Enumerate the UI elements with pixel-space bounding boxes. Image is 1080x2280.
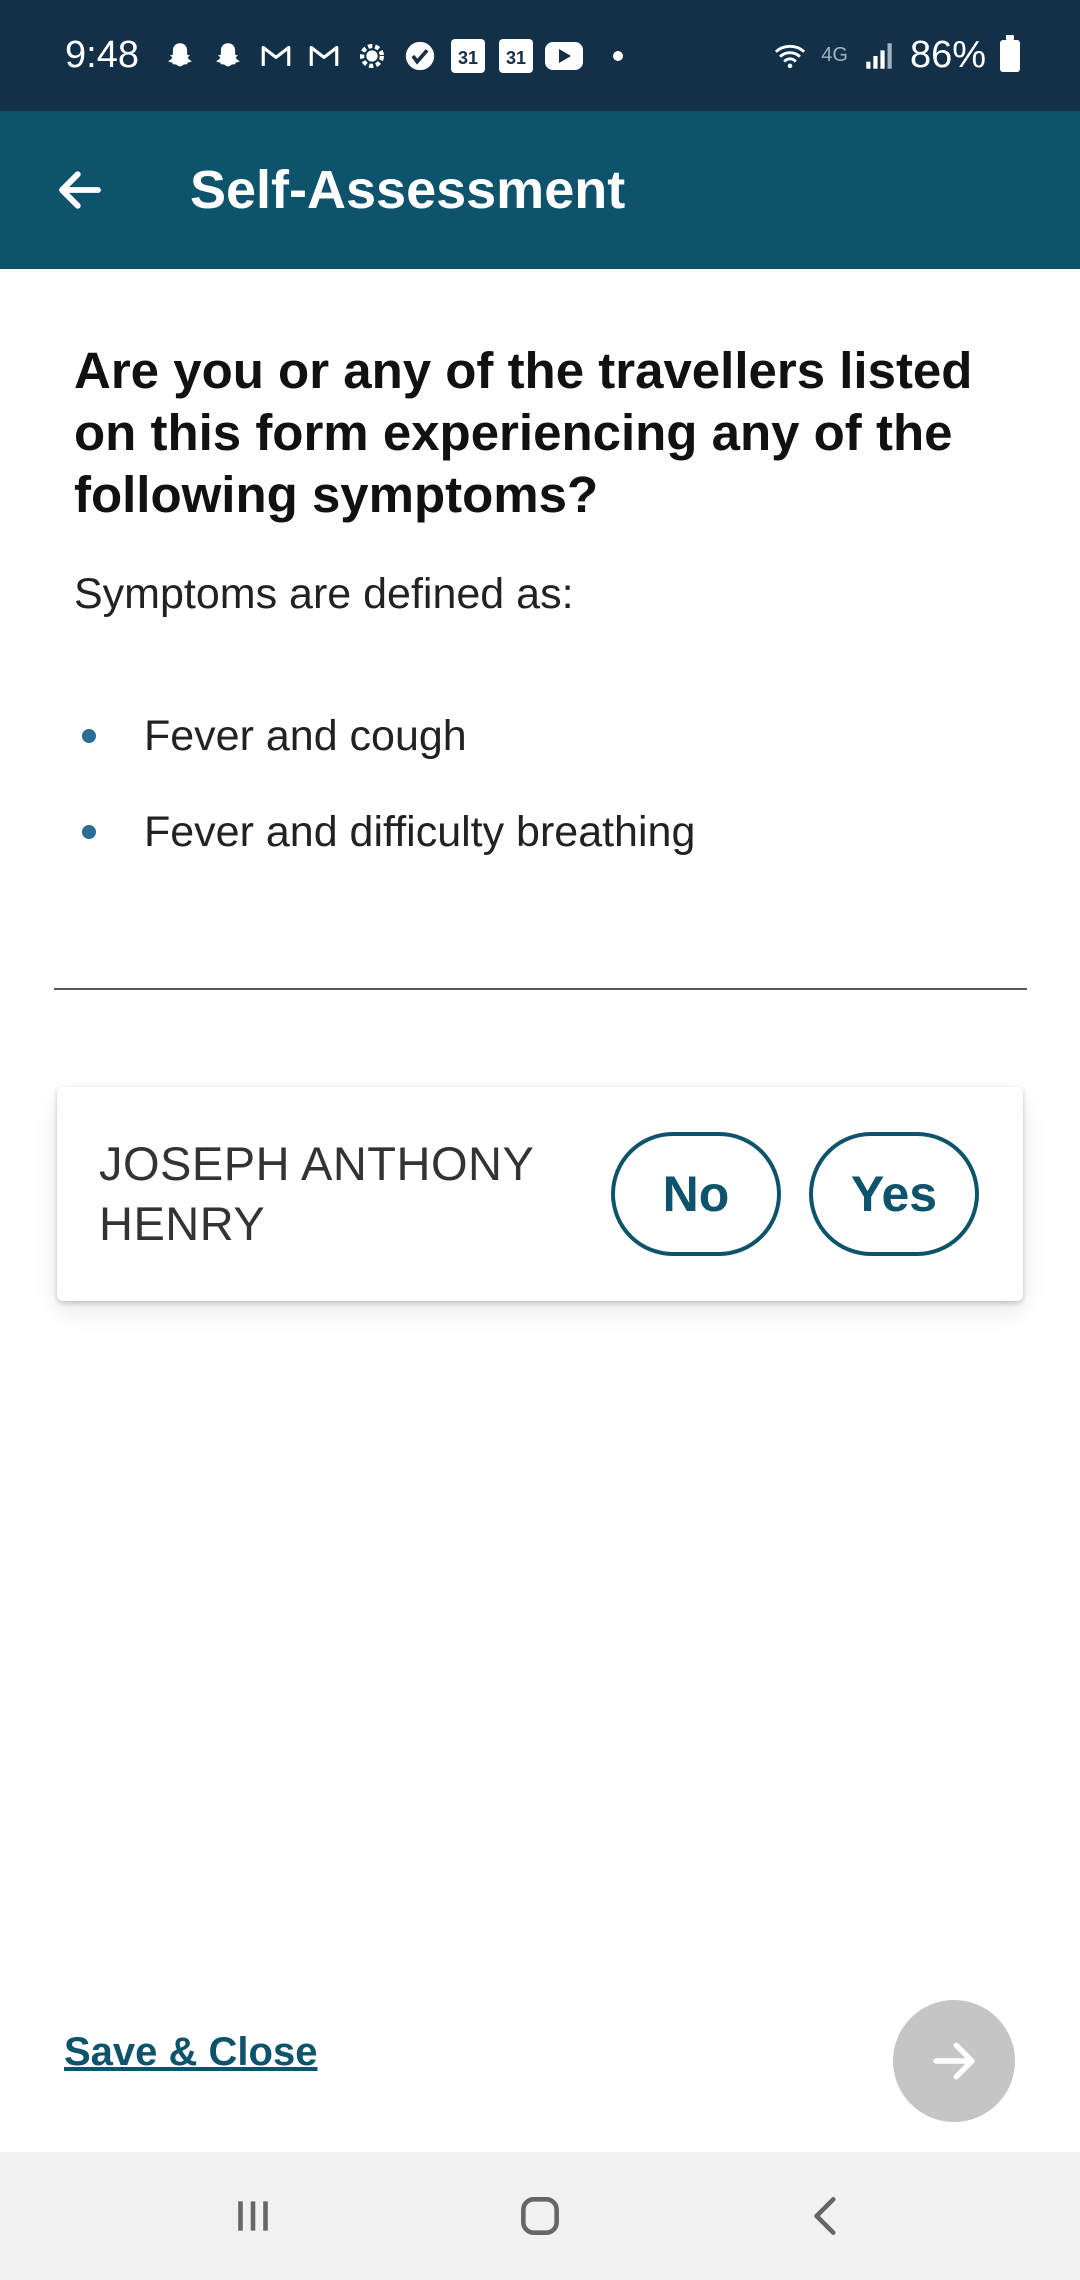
system-nav-bar: [0, 2152, 1080, 2280]
calendar-icon: 31: [449, 37, 487, 75]
list-item: Fever and cough: [74, 705, 1024, 767]
status-bar: 9:48 31 31 4G 86%: [0, 0, 1080, 111]
symptom-text: Fever and difficulty breathing: [144, 807, 696, 856]
yes-button[interactable]: Yes: [809, 1132, 979, 1256]
next-button[interactable]: [893, 2000, 1015, 2122]
home-button[interactable]: [490, 2166, 590, 2266]
snapchat-icon: [161, 37, 199, 75]
status-right: 4G 86%: [771, 34, 1020, 77]
snapchat-icon: [209, 37, 247, 75]
symptom-text: Fever and cough: [144, 711, 467, 760]
bullet-icon: [82, 729, 96, 743]
divider: [54, 988, 1027, 990]
status-time: 9:48: [65, 34, 139, 76]
recent-apps-button[interactable]: [203, 2166, 303, 2266]
symptom-question: Are you or any of the travellers listed …: [74, 342, 973, 523]
gmail-icon: [257, 37, 295, 75]
self-assessment-screen: 9:48 31 31 4G 86% Self-Assessment Are yo…: [0, 0, 1080, 2280]
check-badge-icon: [401, 37, 439, 75]
traveller-name: JOSEPH ANTHONY HENRY: [99, 1137, 534, 1250]
home-icon: [521, 2197, 559, 2235]
signal-icon: [860, 37, 898, 75]
battery-icon: [1000, 34, 1020, 72]
more-notifications-dot: [612, 50, 623, 61]
traveller-card: JOSEPH ANTHONY HENRY No Yes: [57, 1087, 1023, 1301]
symptom-list: Fever and cough Fever and difficulty bre…: [74, 705, 1024, 897]
recent-apps-icon: [238, 2201, 269, 2231]
wifi-icon: [771, 37, 809, 75]
symptoms-definition-label: Symptoms are defined as:: [74, 570, 574, 618]
bullet-icon: [82, 825, 96, 839]
calendar-icon: 31: [497, 37, 535, 75]
save-and-close-link[interactable]: Save & Close: [64, 2030, 317, 2075]
battery-percentage: 86%: [909, 34, 986, 76]
arrow-left-icon: [59, 171, 101, 209]
back-button[interactable]: [40, 150, 120, 230]
system-back-button[interactable]: [777, 2166, 877, 2266]
chevron-left-icon: [813, 2197, 836, 2235]
arrow-right-icon: [933, 2042, 975, 2080]
list-item: Fever and difficulty breathing: [74, 801, 1024, 863]
answer-choices: No Yes: [611, 1132, 979, 1256]
network-type: 4G: [821, 44, 848, 66]
no-button[interactable]: No: [611, 1132, 781, 1256]
app-bar: Self-Assessment: [0, 111, 1080, 269]
settings-gear-icon: [353, 37, 391, 75]
gmail-icon: [305, 37, 343, 75]
status-left: 9:48 31 31: [65, 34, 623, 77]
youtube-icon: [544, 37, 583, 75]
page-title: Self-Assessment: [190, 160, 626, 220]
